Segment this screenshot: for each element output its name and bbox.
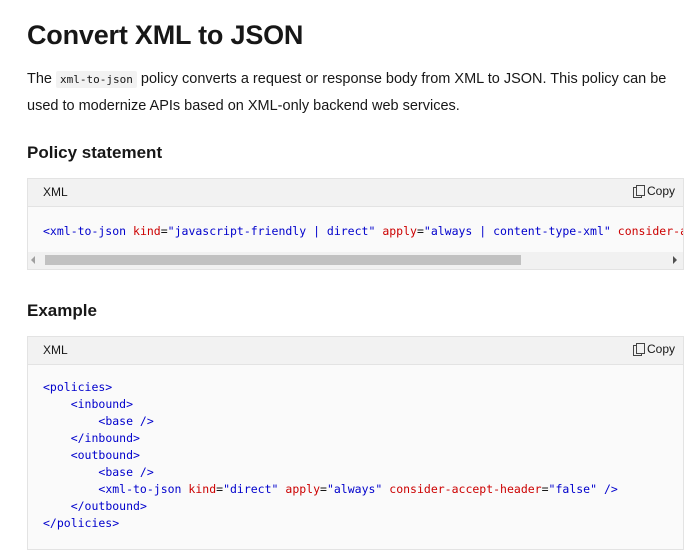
copy-icon — [632, 343, 645, 356]
copy-button[interactable]: Copy — [632, 342, 675, 356]
code-tag: <base /> — [98, 414, 154, 428]
code-tag: <xml-to-json — [98, 482, 182, 496]
code-tag: <base /> — [98, 465, 154, 479]
code-tag: </policies> — [43, 516, 120, 530]
code-tag: <inbound> — [70, 397, 134, 411]
code-attribute-value: "javascript-friendly | direct" — [167, 224, 376, 238]
copy-icon — [632, 185, 645, 198]
horizontal-scrollbar[interactable] — [28, 252, 683, 269]
page-title: Convert XML to JSON — [27, 20, 304, 50]
code-block-example: XML Copy <policies> <inbound> <base /> <… — [27, 336, 684, 550]
code-attribute: apply — [285, 482, 321, 496]
copy-button[interactable]: Copy — [632, 184, 675, 198]
code-content: <policies> <inbound> <base /> </inbound>… — [43, 380, 618, 530]
code-block-header: XML Copy — [28, 337, 683, 365]
code-tag: </inbound> — [70, 431, 140, 445]
code-tag: </outbound> — [70, 499, 147, 513]
heading-policy-statement: Policy statement — [27, 143, 163, 162]
code-language-label: XML — [43, 343, 68, 357]
code-attribute-value: "false" — [548, 482, 598, 496]
scroll-right-arrow-icon[interactable] — [673, 256, 677, 264]
code-tag: <outbound> — [70, 448, 140, 462]
code-attribute: kind — [188, 482, 217, 496]
code-block-header: XML Copy — [28, 179, 683, 207]
code-attribute: consider-a — [617, 224, 683, 238]
code-tag: <xml-to-json — [43, 224, 127, 238]
code-attribute: consider-accept-header — [389, 482, 542, 496]
code-block-policy-statement: XML Copy <xml-to-json kind="javascript-f… — [27, 178, 684, 270]
code-tag: <policies> — [43, 380, 113, 394]
heading-example: Example — [27, 301, 97, 320]
code-attribute-value: "always | content-type-xml" — [423, 224, 611, 238]
code-attribute: apply — [382, 224, 417, 238]
inline-code: xml-to-json — [56, 71, 137, 88]
intro-paragraph: The xml-to-json policy converts a reques… — [27, 66, 667, 119]
code-attribute-value: "direct" — [223, 482, 279, 496]
code-tag: /> — [603, 482, 618, 496]
scroll-left-arrow-icon[interactable] — [31, 256, 35, 264]
code-attribute-value: "always" — [326, 482, 383, 496]
intro-text-start: The — [27, 71, 57, 87]
scrollbar-thumb[interactable] — [45, 255, 521, 265]
code-language-label: XML — [43, 185, 68, 199]
code-content: <xml-to-json kind="javascript-friendly |… — [28, 207, 683, 240]
code-attribute: kind — [133, 224, 161, 238]
copy-button-label: Copy — [646, 184, 675, 198]
copy-button-label: Copy — [646, 342, 675, 356]
